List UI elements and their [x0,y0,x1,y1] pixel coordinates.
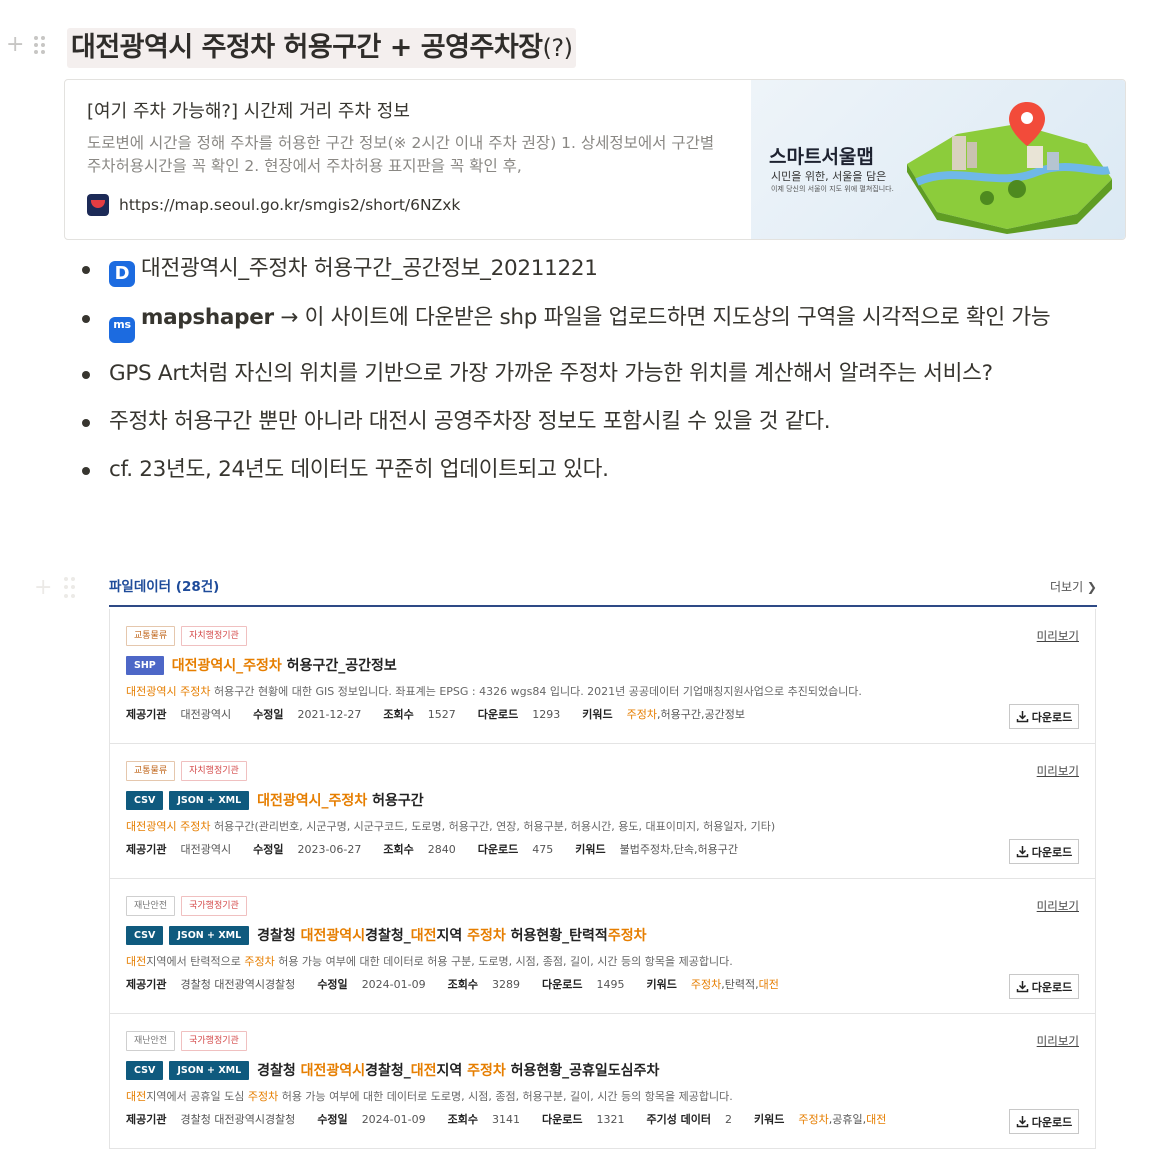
format-badge: JSON + XML [169,1060,250,1080]
seoul-map-illustration-icon [907,102,1112,234]
bookmark-title: [여기 주차 가능해?] 시간제 거리 주차 정보 [87,101,410,122]
dataset-list: 교통물류 자치행정기관 SHP 대전광역시_주정차 허용구간_공간정보 대전광역… [109,609,1096,1149]
category-tag: 재난안전 [126,1031,176,1051]
dataset-panel-header: 파일데이터 (28건) 더보기 ❯ [109,575,1097,607]
bullet-text: 주정차 허용구간 뿐만 아니라 대전시 공영주차장 정보도 포함시킬 수 있을 … [109,409,831,434]
bullet-list: D 대전광역시_주정차 허용구간_공간정보_20211221 ms mapshape… [80,252,1120,501]
bookmark-card[interactable]: [여기 주차 가능해?] 시간제 거리 주차 정보 도로변에 시간을 정해 주차… [64,79,1126,240]
bookmark-description: 도로변에 시간을 정해 주차를 허용한 구간 정보(※ 2시간 이내 주차 권장… [87,134,715,175]
bookmark-thumbnail: 스마트서울맵 시민을 위한, 서울을 담은 이제 당신의 서울이 지도 위에 펼… [751,80,1125,239]
bookmark-url: https://map.seoul.go.kr/smgis2/short/6NZ… [119,196,461,214]
preview-link[interactable]: 미리보기 [1037,1033,1079,1049]
bullet-text: GPS Art처럼 자신의 위치를 기반으로 가장 가까운 주정차 가능한 위치… [109,361,993,386]
bullet-text: cf. 23년도, 24년도 데이터도 꾸준히 업데이트되고 있다. [109,457,609,482]
list-item[interactable]: D 대전광역시_주정차 허용구간_공간정보_20211221 [80,252,1120,287]
dataset-meta: 제공기관 대전광역시 수정일 2023-06-27 조회수 2840 다운로드 475 … [126,842,738,857]
dataset-description: 대전지역에서 탄력적으로 주정차 허용 가능 여부에 대한 데이터로 허용 구분… [126,955,733,968]
seoul-favicon-icon [87,194,109,216]
format-badge: SHP [126,655,164,675]
download-button[interactable]: 다운로드 [1009,974,1079,999]
org-type-tag: 국가행정기관 [181,1031,247,1051]
format-badge: JSON + XML [169,790,250,810]
block-handle[interactable]: + [6,34,46,56]
list-item: 주정차 허용구간 뿐만 아니라 대전시 공영주차장 정보도 포함시킬 수 있을 … [80,405,1120,439]
dataset-meta: 제공기관 대전광역시 수정일 2021-12-27 조회수 1527 다운로드 1293… [126,707,745,722]
list-item: GPS Art처럼 자신의 위치를 기반으로 가장 가까운 주정차 가능한 위치… [80,357,1120,391]
download-button[interactable]: 다운로드 [1009,1109,1079,1134]
dataset-row[interactable]: 재난안전 국가행정기관 CSV JSON + XML 경찰청 대전광역시경찰청_… [110,879,1095,1014]
download-button[interactable]: 다운로드 [1009,839,1079,864]
dataset-row[interactable]: 재난안전 국가행정기관 CSV JSON + XML 경찰청 대전광역시경찰청_… [110,1014,1095,1149]
category-tag: 교통물류 [126,761,176,781]
more-link[interactable]: 더보기 ❯ [1050,578,1097,595]
dataset-title[interactable]: 대전광역시_주정차 허용구간_공간정보 [172,655,397,675]
dataset-panel-title: 파일데이터 (28건) [109,579,220,595]
dataset-title[interactable]: 경찰청 대전광역시경찰청_대전지역 주정차 허용현황_탄력적주정차 [257,925,646,945]
org-type-tag: 자치행정기관 [181,626,247,646]
preview-link[interactable]: 미리보기 [1037,763,1079,779]
bullet-text[interactable]: 대전광역시_주정차 허용구간_공간정보_20211221 [141,256,598,281]
org-type-tag: 국가행정기관 [181,896,247,916]
dataset-description: 대전광역시 주정차 허용구간(관리번호, 시군구명, 시군구코드, 도로명, 허… [126,820,776,833]
thumbnail-title: 스마트서울맵 [769,146,874,168]
page-heading: 대전광역시 주정차 허용구간 + 공영주차장(?) [67,28,577,68]
dataset-title[interactable]: 대전광역시_주정차 허용구간 [257,790,423,810]
heading-suffix: (?) [542,34,573,62]
format-badge: CSV [126,925,164,945]
heading-text: 대전광역시 주정차 허용구간 + 공영주차장 [71,32,543,63]
download-icon [1016,711,1028,723]
mapshaper-link[interactable]: mapshaper [141,305,274,330]
add-block-icon[interactable]: + [6,34,24,56]
dataset-row[interactable]: 교통물류 자치행정기관 CSV JSON + XML 대전광역시_주정차 허용구… [110,744,1095,879]
dataset-meta: 제공기관 경찰청 대전광역시경찰청 수정일 2024-01-09 조회수 3289 다… [126,977,779,992]
bullet-text: → 이 사이트에 다운받은 shp 파일을 업로드하면 지도상의 구역을 시각적… [273,305,1051,330]
dataset-meta: 제공기관 경찰청 대전광역시경찰청 수정일 2024-01-09 조회수 3141 다… [126,1112,887,1127]
dataset-description: 대전지역에서 공휴일 도심 주정차 허용 가능 여부에 대한 데이터로 도로명,… [126,1090,733,1103]
dataset-description: 대전광역시 주정차 허용구간 현황에 대한 GIS 정보입니다. 좌표계는 EP… [126,685,862,698]
download-button[interactable]: 다운로드 [1009,704,1079,729]
category-tag: 재난안전 [126,896,176,916]
preview-link[interactable]: 미리보기 [1037,628,1079,644]
format-badge: CSV [126,790,164,810]
category-tag: 교통물류 [126,626,176,646]
download-icon [1016,1116,1028,1128]
format-badge: CSV [126,1060,164,1080]
list-item: cf. 23년도, 24년도 데이터도 꾸준히 업데이트되고 있다. [80,453,1120,487]
download-icon [1016,981,1028,993]
format-badge: JSON + XML [169,925,250,945]
add-block-icon[interactable]: + [34,577,52,599]
drag-handle-icon[interactable] [64,577,76,599]
faint-block-handle[interactable]: + [34,577,76,599]
thumbnail-caption: 이제 당신의 서울이 지도 위에 펼쳐집니다. [771,185,894,193]
preview-link[interactable]: 미리보기 [1037,898,1079,914]
dataset-row[interactable]: 교통물류 자치행정기관 SHP 대전광역시_주정차 허용구간_공간정보 대전광역… [110,609,1095,744]
org-type-tag: 자치행정기관 [181,761,247,781]
list-item[interactable]: ms mapshaper → 이 사이트에 다운받은 shp 파일을 업로드하면 … [80,301,1120,343]
dataset-title[interactable]: 경찰청 대전광역시경찰청_대전지역 주정차 허용현황_공휴일도심주차 [257,1060,659,1080]
thumbnail-subtitle: 시민을 위한, 서울을 담은 [771,170,887,183]
mapshaper-icon: ms [109,317,135,343]
page-link-icon: D [109,261,135,287]
drag-handle-icon[interactable] [34,36,46,54]
download-icon [1016,846,1028,858]
